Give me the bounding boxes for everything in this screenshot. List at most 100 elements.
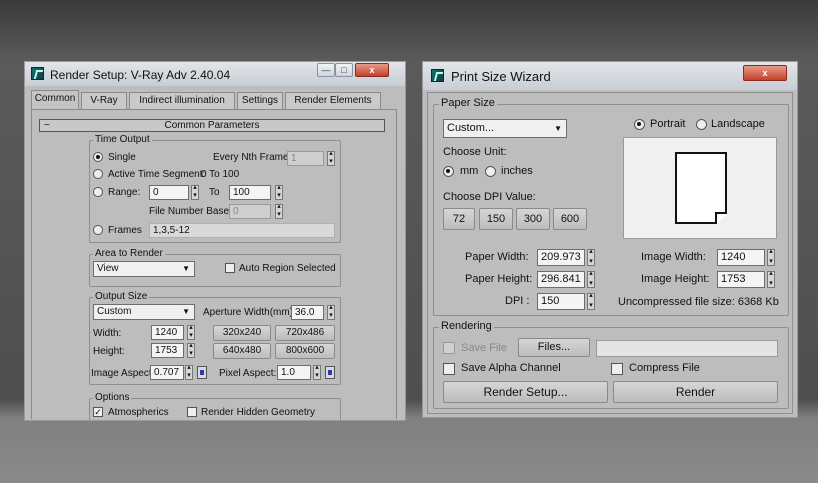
dpi-150-button[interactable]: 150 [479, 208, 513, 230]
aperture-width-label: Aperture Width(mm): [203, 307, 296, 318]
range-to-field[interactable]: 100 [229, 185, 271, 200]
paper-size-dropdown[interactable]: Custom... ▼ [443, 119, 567, 138]
file-number-base-field[interactable]: 0 [229, 204, 271, 219]
rollout-toggle[interactable]: − [44, 120, 50, 131]
dpi-spinner[interactable] [587, 291, 595, 310]
tab-common[interactable]: Common [31, 90, 79, 110]
pixel-aspect-field[interactable]: 1.0 [277, 365, 311, 380]
auto-region-checkbox[interactable] [225, 263, 235, 273]
preset-640x480-button[interactable]: 640x480 [213, 343, 271, 359]
paper-width-label: Paper Width: [465, 251, 529, 263]
height-spinner[interactable] [187, 341, 195, 358]
common-parameters-rollout[interactable]: − Common Parameters [39, 119, 385, 132]
portrait-radio[interactable] [634, 119, 645, 130]
paper-height-label: Paper Height: [465, 273, 533, 285]
range-label: Range: [108, 187, 141, 198]
image-aspect-label: Image Aspect: [91, 368, 155, 379]
maximize-button[interactable]: □ [335, 63, 353, 77]
dropdown-arrow-icon: ▼ [554, 124, 562, 133]
single-radio[interactable] [93, 152, 103, 162]
tab-vray[interactable]: V-Ray [81, 92, 127, 109]
image-width-spinner[interactable] [767, 247, 775, 266]
area-to-render-value: View [97, 263, 119, 274]
tab-settings[interactable]: Settings [237, 92, 283, 109]
range-to-spinner[interactable] [275, 183, 283, 200]
compress-file-checkbox[interactable] [611, 363, 623, 375]
range-from-spinner[interactable] [191, 183, 199, 200]
width-field[interactable]: 1240 [151, 325, 184, 340]
landscape-radio[interactable] [696, 119, 707, 130]
every-nth-frame-spinner[interactable] [327, 149, 335, 166]
render-hidden-geometry-checkbox[interactable] [187, 407, 197, 417]
image-width-field[interactable]: 1240 [717, 249, 765, 266]
render-button[interactable]: Render [613, 381, 778, 403]
range-from-field[interactable]: 0 [149, 185, 189, 200]
dpi-600-button[interactable]: 600 [553, 208, 587, 230]
image-aspect-spinner[interactable] [185, 363, 193, 380]
paper-size-label: Paper Size [439, 97, 497, 109]
render-setup-button[interactable]: Render Setup... [443, 381, 608, 403]
close-button[interactable]: x [355, 63, 389, 77]
image-height-field[interactable]: 1753 [717, 271, 765, 288]
single-label: Single [108, 152, 136, 163]
close-button[interactable]: x [743, 65, 787, 81]
file-number-base-spinner[interactable] [275, 202, 283, 219]
range-radio[interactable] [93, 187, 103, 197]
image-aspect-lock-icon[interactable] [197, 366, 207, 379]
paper-width-field[interactable]: 209.973 [537, 249, 585, 266]
dpi-300-button[interactable]: 300 [516, 208, 550, 230]
area-to-render-dropdown[interactable]: View ▼ [93, 261, 195, 277]
dropdown-arrow-icon: ▼ [182, 307, 190, 316]
paper-width-spinner[interactable] [587, 247, 595, 266]
image-height-label: Image Height: [641, 273, 710, 285]
active-time-segment-value: 0 To 100 [201, 169, 240, 180]
tab-render-elements[interactable]: Render Elements [285, 92, 381, 109]
time-output-label: Time Output [93, 134, 152, 145]
pixel-aspect-spinner[interactable] [313, 363, 321, 380]
print-size-wizard-window: Print Size Wizard x Paper Size Custom...… [422, 61, 798, 418]
paper-height-spinner[interactable] [587, 269, 595, 288]
atmospherics-label: Atmospherics [108, 407, 169, 418]
pixel-aspect-lock-icon[interactable] [325, 366, 335, 379]
file-number-base-label: File Number Base: [149, 206, 232, 217]
dpi-field[interactable]: 150 [537, 293, 585, 310]
render-setup-window: Render Setup: V-Ray Adv 2.40.04 — □ x Co… [24, 61, 406, 421]
height-field[interactable]: 1753 [151, 343, 184, 358]
pixel-aspect-label: Pixel Aspect: [219, 368, 277, 379]
aperture-width-field[interactable]: 36.0 [291, 305, 324, 320]
image-width-label: Image Width: [641, 251, 706, 263]
preset-320x240-button[interactable]: 320x240 [213, 325, 271, 341]
save-file-checkbox[interactable] [443, 342, 455, 354]
output-size-preset-dropdown[interactable]: Custom ▼ [93, 304, 195, 320]
image-height-spinner[interactable] [767, 269, 775, 288]
render-setup-title: Render Setup: V-Ray Adv 2.40.04 [50, 68, 231, 82]
save-alpha-channel-label: Save Alpha Channel [461, 362, 561, 374]
output-size-preset-value: Custom [97, 306, 132, 317]
file-path-field[interactable] [596, 340, 778, 357]
aperture-width-spinner[interactable] [327, 303, 335, 320]
height-label: Height: [93, 346, 125, 357]
paper-height-field[interactable]: 296.841 [537, 271, 585, 288]
inches-label: inches [501, 165, 533, 177]
active-time-segment-radio[interactable] [93, 169, 103, 179]
every-nth-frame-field[interactable]: 1 [287, 151, 324, 166]
dpi-72-button[interactable]: 72 [443, 208, 475, 230]
mm-radio[interactable] [443, 166, 454, 177]
rendering-label: Rendering [439, 320, 494, 332]
preset-800x600-button[interactable]: 800x600 [275, 343, 335, 359]
frames-field[interactable]: 1,3,5-12 [149, 223, 335, 238]
save-file-label: Save File [461, 342, 507, 354]
width-spinner[interactable] [187, 323, 195, 340]
output-size-label: Output Size [93, 291, 150, 302]
atmospherics-checkbox[interactable]: ✓ [93, 407, 103, 417]
portrait-paper-icon [675, 152, 727, 224]
minimize-button[interactable]: — [317, 63, 335, 77]
files-button[interactable]: Files... [518, 338, 590, 357]
image-aspect-field[interactable]: 0.707 [150, 365, 184, 380]
tab-indirect-illumination[interactable]: Indirect illumination [129, 92, 235, 109]
frames-radio[interactable] [93, 225, 103, 235]
choose-dpi-label: Choose DPI Value: [443, 191, 536, 203]
inches-radio[interactable] [485, 166, 496, 177]
preset-720x486-button[interactable]: 720x486 [275, 325, 335, 341]
save-alpha-channel-checkbox[interactable] [443, 363, 455, 375]
